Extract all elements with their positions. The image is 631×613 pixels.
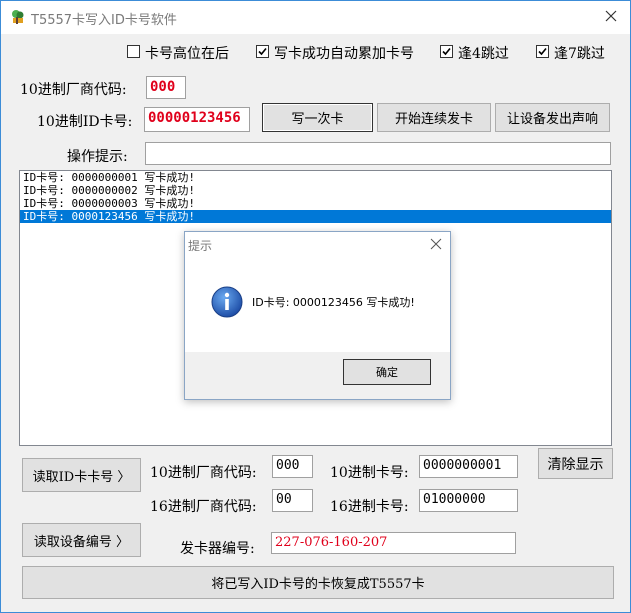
check-icon <box>258 47 267 56</box>
hex-vendor-label: 16进制厂商代码: <box>150 499 257 515</box>
check-icon <box>538 47 547 56</box>
card-number-label: 10进制ID卡号: <box>37 114 133 130</box>
beep-button[interactable]: 让设备发出声响 <box>495 103 610 132</box>
window-title: T5557卡写入ID卡号软件 <box>31 13 177 28</box>
app-icon <box>12 10 24 24</box>
dec-card-field[interactable]: 0000000001 <box>419 455 518 478</box>
dec-vendor-field[interactable]: 000 <box>272 455 313 478</box>
dialog-title: 提示 <box>188 239 213 253</box>
check-icon <box>442 47 451 56</box>
hex-vendor-field[interactable]: 00 <box>272 489 313 512</box>
device-number-label: 发卡器编号: <box>180 541 255 557</box>
dialog-close-icon[interactable] <box>430 238 442 250</box>
checkbox-high-bits-last[interactable] <box>127 45 140 58</box>
list-item[interactable]: ID卡号: 0000000001 写卡成功! <box>20 171 611 184</box>
checkbox-skip-7[interactable] <box>536 45 549 58</box>
option-label-auto-increment: 写卡成功自动累加卡号 <box>274 46 414 62</box>
list-item[interactable]: ID卡号: 0000000003 写卡成功! <box>20 197 611 210</box>
close-icon[interactable] <box>602 7 620 25</box>
option-label-skip-4: 逢4跳过 <box>458 46 509 62</box>
dec-card-label: 10进制卡号: <box>330 465 409 481</box>
dialog-message: ID卡号: 0000123456 写卡成功! <box>252 296 415 309</box>
hint-label: 操作提示: <box>67 149 128 165</box>
restore-t5557-button[interactable]: 将已写入ID卡号的卡恢复成T5557卡 <box>22 566 614 599</box>
vendor-code-input[interactable]: 000 <box>146 76 186 99</box>
hint-field[interactable] <box>145 142 611 165</box>
checkbox-skip-4[interactable] <box>440 45 453 58</box>
read-device-button[interactable]: 读取设备编号 〉 <box>22 523 141 557</box>
hex-card-label: 16进制卡号: <box>330 499 409 515</box>
main-window: T5557卡写入ID卡号软件 卡号高位在后 写卡成功自动累加卡号 逢4跳过 逢7… <box>0 0 631 613</box>
option-label-high-bits-last: 卡号高位在后 <box>145 46 229 62</box>
option-label-skip-7: 逢7跳过 <box>554 46 605 62</box>
message-dialog: 提示 ID卡号: 0000123456 写卡成功! 确定 <box>184 231 451 400</box>
read-card-button[interactable]: 读取ID卡卡号 〉 <box>22 458 141 492</box>
start-continuous-button[interactable]: 开始连续发卡 <box>377 103 491 132</box>
ok-button[interactable]: 确定 <box>343 359 431 385</box>
list-item[interactable]: ID卡号: 0000000002 写卡成功! <box>20 184 611 197</box>
hex-card-field[interactable]: 01000000 <box>419 489 518 512</box>
card-number-input[interactable]: 00000123456 <box>144 107 250 132</box>
title-bar[interactable]: T5557卡写入ID卡号软件 <box>1 1 630 34</box>
info-icon <box>211 286 243 318</box>
write-once-button[interactable]: 写一次卡 <box>262 103 373 132</box>
list-item-selected[interactable]: ID卡号: 0000123456 写卡成功! <box>20 210 611 223</box>
dec-vendor-label: 10进制厂商代码: <box>150 465 257 481</box>
checkbox-auto-increment[interactable] <box>256 45 269 58</box>
device-number-field[interactable]: 227-076-160-207 <box>271 532 516 554</box>
clear-display-button[interactable]: 清除显示 <box>538 448 613 479</box>
vendor-code-label: 10进制厂商代码: <box>20 82 127 98</box>
